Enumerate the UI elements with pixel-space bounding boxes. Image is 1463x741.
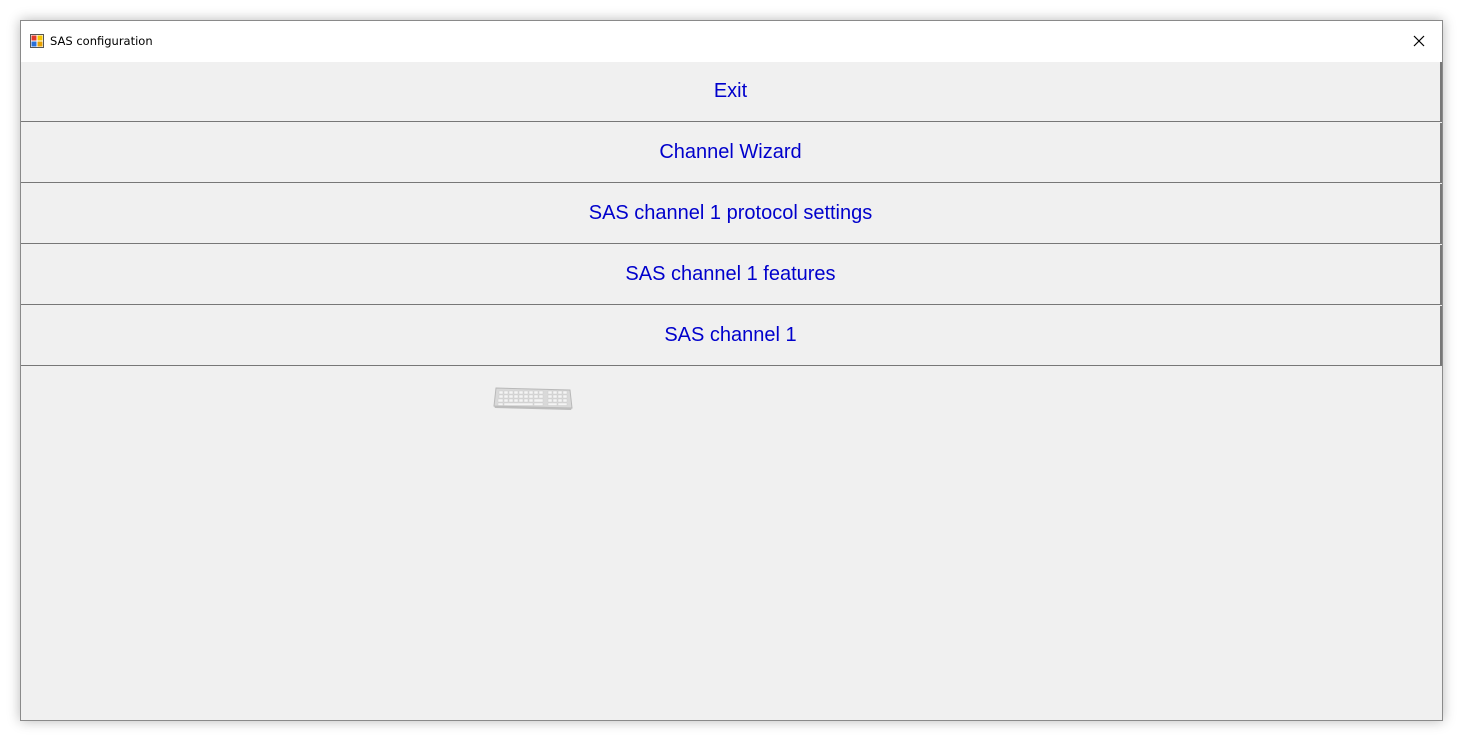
exit-button[interactable]: Exit (21, 62, 1442, 122)
keyboard-icon[interactable] (492, 384, 574, 412)
window-title: SAS configuration (50, 34, 153, 48)
title-bar[interactable]: SAS configuration (21, 21, 1442, 62)
app-window-icon (30, 34, 44, 48)
client-area: Exit Channel Wizard SAS channel 1 protoc… (21, 62, 1442, 720)
channel-wizard-button[interactable]: Channel Wizard (21, 123, 1442, 183)
sas-configuration-window: SAS configuration Exit Channel Wizard SA… (20, 20, 1443, 721)
close-button[interactable] (1396, 21, 1442, 61)
sas-channel-1-features-button[interactable]: SAS channel 1 features (21, 245, 1442, 305)
sas-channel-1-button[interactable]: SAS channel 1 (21, 306, 1442, 366)
close-icon (1413, 35, 1425, 47)
sas-channel-1-protocol-settings-button[interactable]: SAS channel 1 protocol settings (21, 184, 1442, 244)
